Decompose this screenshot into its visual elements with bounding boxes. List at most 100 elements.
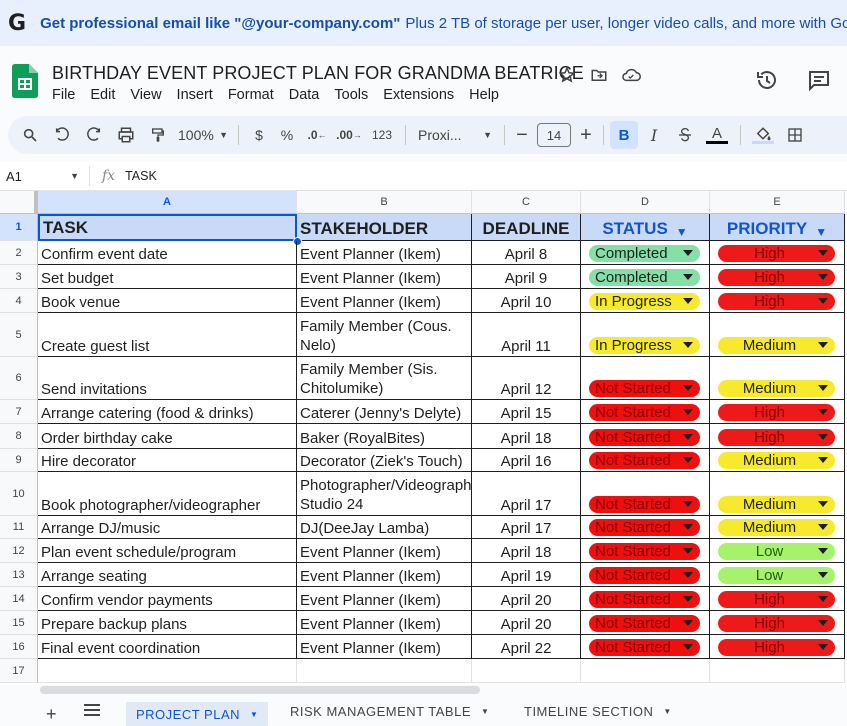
name-box[interactable]: A1 ▼ xyxy=(0,166,90,186)
priority-chip[interactable]: High xyxy=(718,429,835,446)
row-header-4[interactable]: 4 xyxy=(0,289,38,313)
italic-button[interactable]: I xyxy=(638,121,670,149)
priority-chip[interactable]: High xyxy=(718,639,835,656)
formula-input[interactable]: TASK xyxy=(125,169,157,183)
deadline-cell[interactable]: April 18 xyxy=(472,539,581,563)
task-cell[interactable]: Set budget xyxy=(38,265,297,289)
empty-cell[interactable] xyxy=(472,659,581,683)
priority-chip[interactable]: Low xyxy=(718,543,835,560)
task-cell[interactable]: Create guest list xyxy=(38,313,297,357)
priority-chip[interactable]: Medium xyxy=(718,496,835,513)
row-header-15[interactable]: 15 xyxy=(0,611,38,635)
add-sheet-icon[interactable]: + xyxy=(46,704,57,725)
status-chip[interactable]: Not Started xyxy=(589,591,700,608)
column-header-c[interactable]: C xyxy=(472,191,581,214)
fill-color-icon[interactable] xyxy=(747,121,779,149)
task-cell[interactable]: Hire decorator xyxy=(38,449,297,472)
increase-decimal-button[interactable]: .00 → xyxy=(333,121,365,149)
menu-view[interactable]: View xyxy=(130,87,161,103)
priority-chip[interactable]: Medium xyxy=(718,380,835,397)
history-icon[interactable] xyxy=(755,68,779,97)
tab-risk-management[interactable]: RISK MANAGEMENT TABLE ▼ xyxy=(290,704,489,719)
horizontal-scrollbar[interactable] xyxy=(40,686,480,694)
row-header-12[interactable]: 12 xyxy=(0,539,38,563)
row-header-13[interactable]: 13 xyxy=(0,563,38,587)
task-cell[interactable]: Arrange seating xyxy=(38,563,297,587)
row-header-6[interactable]: 6 xyxy=(0,357,38,400)
increase-font-size-button[interactable]: + xyxy=(575,121,597,149)
priority-chip[interactable]: Medium xyxy=(718,337,835,354)
deadline-cell[interactable]: April 17 xyxy=(472,472,581,516)
deadline-cell[interactable]: April 11 xyxy=(472,313,581,357)
priority-chip[interactable]: High xyxy=(718,404,835,421)
row-header-9[interactable]: 9 xyxy=(0,449,38,472)
menu-help[interactable]: Help xyxy=(469,87,499,103)
strikethrough-icon[interactable] xyxy=(670,121,700,149)
stakeholder-cell[interactable]: Event Planner (Ikem) xyxy=(297,587,472,611)
stakeholder-cell[interactable]: Event Planner (Ikem) xyxy=(297,539,472,563)
empty-cell[interactable] xyxy=(38,659,297,683)
priority-chip[interactable]: High xyxy=(718,591,835,608)
spreadsheet-grid[interactable]: A B C D E 1 2 3 4 5 6 7 8 9 10 11 12 13 14 15 16 17 TASK STAKEH… xyxy=(0,191,847,685)
header-priority[interactable]: PRIORITY ▼ xyxy=(710,214,845,241)
priority-chip[interactable]: High xyxy=(718,269,835,286)
borders-icon[interactable] xyxy=(779,121,811,149)
menu-file[interactable]: File xyxy=(52,87,75,103)
stakeholder-cell[interactable]: Event Planner (Ikem) xyxy=(297,289,472,313)
header-deadline[interactable]: DEADLINE xyxy=(472,214,581,241)
print-icon[interactable] xyxy=(110,121,142,149)
row-header-17[interactable]: 17 xyxy=(0,659,38,683)
stakeholder-cell[interactable]: Caterer (Jenny's Delyte) xyxy=(297,400,472,424)
stakeholder-cell[interactable]: Decorator (Ziek's Touch) xyxy=(297,449,472,472)
status-chip[interactable]: Not Started xyxy=(589,615,700,632)
stakeholder-cell[interactable]: Event Planner (Ikem) xyxy=(297,635,472,659)
task-cell[interactable]: Arrange catering (food & drinks) xyxy=(38,400,297,424)
deadline-cell[interactable]: April 20 xyxy=(472,587,581,611)
status-chip[interactable]: Not Started xyxy=(589,639,700,656)
all-sheets-icon[interactable] xyxy=(84,704,100,716)
row-header-1[interactable]: 1 xyxy=(0,214,38,241)
sheets-logo-icon[interactable] xyxy=(12,64,38,98)
task-cell[interactable]: Order birthday cake xyxy=(38,424,297,449)
text-color-button[interactable]: A xyxy=(700,121,734,149)
task-cell[interactable]: Plan event schedule/program xyxy=(38,539,297,563)
status-chip[interactable]: Completed xyxy=(589,245,700,262)
empty-cell[interactable] xyxy=(297,659,472,683)
row-header-11[interactable]: 11 xyxy=(0,516,38,539)
priority-chip[interactable]: Medium xyxy=(718,519,835,536)
priority-chip[interactable]: Medium xyxy=(718,452,835,469)
redo-icon[interactable] xyxy=(78,121,110,149)
select-all-corner[interactable] xyxy=(0,191,38,214)
bold-button[interactable]: B xyxy=(610,121,638,149)
zoom-select[interactable]: 100% ▼ xyxy=(174,121,232,149)
row-header-7[interactable]: 7 xyxy=(0,400,38,424)
status-chip[interactable]: Not Started xyxy=(589,567,700,584)
stakeholder-cell[interactable]: Event Planner (Ikem) xyxy=(297,241,472,265)
stakeholder-cell[interactable]: Event Planner (Ikem) xyxy=(297,265,472,289)
deadline-cell[interactable]: April 8 xyxy=(472,241,581,265)
comments-icon[interactable] xyxy=(807,68,831,97)
currency-format-button[interactable]: $ xyxy=(245,121,273,149)
stakeholder-cell[interactable]: DJ(DeeJay Lamba) xyxy=(297,516,472,539)
menu-format[interactable]: Format xyxy=(228,87,274,103)
filter-dropdown-icon[interactable]: ▼ xyxy=(815,225,827,239)
status-chip[interactable]: Not Started xyxy=(589,452,700,469)
status-chip[interactable]: Not Started xyxy=(589,543,700,560)
deadline-cell[interactable]: April 20 xyxy=(472,611,581,635)
task-cell[interactable]: Book photographer/videographer xyxy=(38,472,297,516)
paint-format-icon[interactable] xyxy=(142,121,174,149)
status-chip[interactable]: In Progress xyxy=(589,293,700,310)
stakeholder-cell[interactable]: Baker (RoyalBites) xyxy=(297,424,472,449)
cloud-status-icon[interactable] xyxy=(621,65,641,85)
undo-icon[interactable] xyxy=(46,121,78,149)
status-chip[interactable]: Not Started xyxy=(589,519,700,536)
more-formats-button[interactable]: 123 xyxy=(365,121,399,149)
task-cell[interactable]: Send invitations xyxy=(38,357,297,400)
status-chip[interactable]: Not Started xyxy=(589,496,700,513)
priority-chip[interactable]: Low xyxy=(718,567,835,584)
row-header-8[interactable]: 8 xyxy=(0,424,38,449)
star-icon[interactable] xyxy=(557,65,577,85)
header-stakeholder[interactable]: STAKEHOLDER xyxy=(297,214,472,241)
row-header-3[interactable]: 3 xyxy=(0,265,38,289)
font-family-select[interactable]: Proxi... ▼ xyxy=(412,121,498,149)
